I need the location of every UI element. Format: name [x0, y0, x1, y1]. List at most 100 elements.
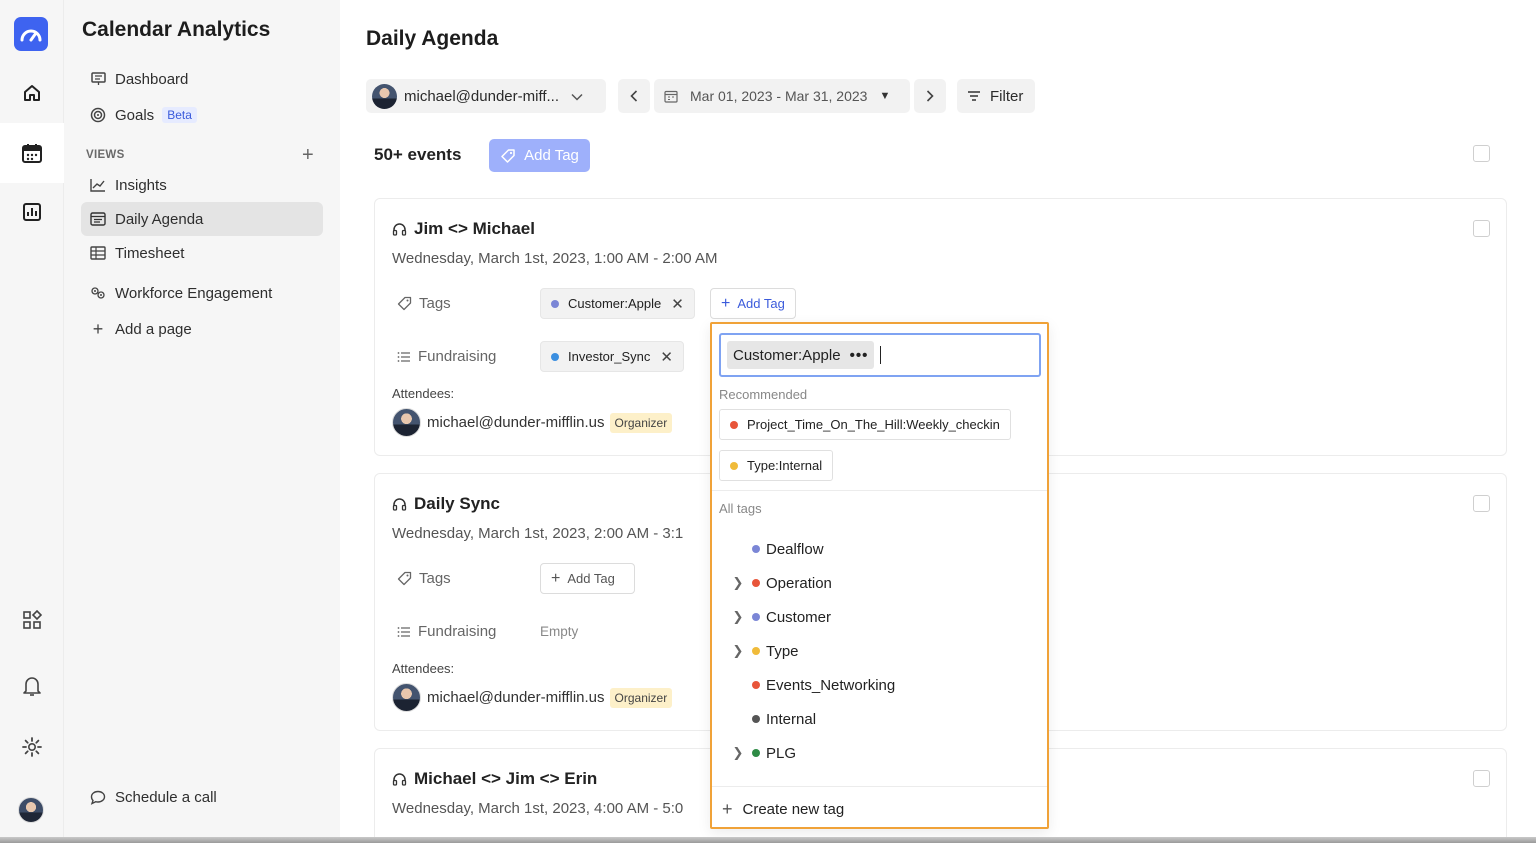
fundraising-chip-label: Investor_Sync — [568, 349, 651, 364]
remove-tag-icon[interactable]: ✕ — [671, 295, 684, 313]
event-title: Jim <> Michael — [392, 219, 535, 239]
tag-outline-icon — [397, 296, 412, 311]
add-tag-inline-button[interactable]: + Add Tag — [710, 288, 796, 319]
sidebar-item-label: Workforce Engagement — [115, 284, 273, 302]
organizer-badge: Organizer — [609, 687, 673, 708]
headset-icon — [392, 497, 407, 512]
filter-icon — [967, 91, 981, 101]
chat-bubble-icon — [90, 790, 106, 805]
icon-rail — [0, 0, 64, 843]
bell-icon — [23, 677, 41, 696]
tag-search-input[interactable]: Customer:Apple ••• — [719, 333, 1041, 377]
tags-property-label: Tags — [397, 570, 451, 587]
apps-nav[interactable] — [0, 590, 64, 650]
calendar-icon — [22, 144, 42, 163]
sidebar-item-dashboard[interactable]: Dashboard — [81, 62, 323, 96]
tag-chip-label: Customer:Apple — [568, 296, 662, 311]
fundraising-empty-value[interactable]: Empty — [540, 624, 578, 639]
tag-color-dot — [752, 579, 760, 587]
caret-down-icon: ▼ — [879, 90, 891, 102]
add-tag-button[interactable]: Add Tag — [489, 139, 590, 172]
divider — [712, 786, 1047, 787]
home-icon — [24, 85, 40, 101]
user-select[interactable]: michael@dunder-miff... — [366, 79, 606, 113]
previous-range-button[interactable] — [618, 79, 650, 113]
app-logo[interactable] — [14, 17, 48, 51]
tag-color-dot — [752, 647, 760, 655]
tag-option[interactable]: Events_Networking — [724, 668, 1034, 702]
next-range-button[interactable] — [914, 79, 946, 113]
tag-color-dot — [752, 681, 760, 689]
sidebar-item-insights[interactable]: Insights — [81, 168, 323, 202]
event-checkbox[interactable] — [1473, 495, 1490, 512]
settings-nav[interactable] — [0, 717, 64, 777]
fundraising-label: Fundraising — [418, 623, 497, 640]
sidebar-item-timesheet[interactable]: Timesheet — [81, 236, 323, 270]
tag-option-label: Operation — [766, 574, 832, 592]
recommended-tag[interactable]: Project_Time_On_The_Hill:Weekly_checkin — [719, 409, 1011, 440]
user-avatar[interactable] — [18, 797, 44, 823]
schedule-call-label: Schedule a call — [115, 789, 217, 806]
filter-button[interactable]: Filter — [957, 79, 1035, 113]
add-tag-inline-button[interactable]: + Add Tag — [540, 563, 635, 594]
events-count: 50+ events — [374, 145, 462, 164]
remove-tag-icon[interactable]: ✕ — [660, 348, 673, 366]
recommended-tag-label: Type:Internal — [747, 458, 823, 473]
fundraising-label: Fundraising — [418, 348, 497, 365]
chevron-right-icon[interactable]: ❯ — [724, 745, 752, 761]
tag-option[interactable]: ❯ Operation — [724, 566, 1034, 600]
create-new-tag-label: Create new tag — [742, 801, 845, 818]
fundraising-chip[interactable]: Investor_Sync ✕ — [540, 341, 684, 372]
attendee-avatar — [392, 683, 421, 712]
sidebar-item-daily-agenda[interactable]: Daily Agenda — [81, 202, 323, 236]
reports-nav[interactable] — [0, 182, 64, 242]
chevron-right-icon[interactable]: ❯ — [724, 575, 752, 591]
tag-option[interactable]: ❯ Customer — [724, 600, 1034, 634]
calendar-nav[interactable] — [0, 123, 64, 183]
notifications-nav[interactable] — [0, 656, 64, 716]
home-nav[interactable] — [0, 63, 64, 123]
tag-option-label: Customer — [766, 608, 832, 626]
sidebar-item-workforce-engagement[interactable]: Workforce Engagement — [81, 276, 323, 310]
tag-icon — [500, 148, 516, 164]
calendar-small-icon — [664, 90, 678, 103]
event-checkbox[interactable] — [1473, 220, 1490, 237]
target-icon — [90, 107, 106, 123]
add-tag-inline-label: Add Tag — [567, 571, 615, 586]
date-range-picker[interactable]: Mar 01, 2023 - Mar 31, 2023 ▼ — [654, 79, 910, 113]
add-view-button[interactable]: + — [302, 145, 314, 165]
attendee-email: michael@dunder-mifflin.us — [427, 414, 605, 431]
add-tag-inline-label: Add Tag — [737, 296, 785, 311]
tag-color-dot — [730, 420, 738, 429]
add-page-button[interactable]: + Add a page — [81, 312, 323, 346]
chevron-right-icon[interactable]: ❯ — [724, 609, 752, 625]
create-new-tag-button[interactable]: + Create new tag — [722, 799, 844, 820]
tag-color-dot — [752, 545, 760, 553]
sidebar: Calendar Analytics Dashboard Goals Beta … — [64, 0, 340, 843]
more-options-icon[interactable]: ••• — [850, 347, 869, 364]
event-checkbox[interactable] — [1473, 770, 1490, 787]
tag-color-dot — [752, 613, 760, 621]
chevron-right-icon[interactable]: ❯ — [724, 643, 752, 659]
attendee-email: michael@dunder-mifflin.us — [427, 689, 605, 706]
tag-option[interactable]: Dealflow — [724, 532, 1034, 566]
sidebar-item-goals[interactable]: Goals Beta — [81, 98, 323, 132]
window-bottom-edge — [0, 837, 1536, 843]
tag-option[interactable]: Internal — [724, 702, 1034, 736]
tag-option-label: Internal — [766, 710, 817, 728]
recommended-tag[interactable]: Type:Internal — [719, 450, 834, 481]
select-all-checkbox[interactable] — [1473, 145, 1490, 162]
sidebar-item-label: Daily Agenda — [115, 210, 204, 228]
schedule-call-button[interactable]: Schedule a call — [90, 789, 217, 806]
event-time: Wednesday, March 1st, 2023, 1:00 AM - 2:… — [392, 250, 718, 267]
text-cursor — [880, 346, 882, 364]
tag-option[interactable]: ❯ Type — [724, 634, 1034, 668]
headset-icon — [392, 222, 407, 237]
tag-chip[interactable]: Customer:Apple ✕ — [540, 288, 695, 319]
user-avatar — [372, 83, 397, 109]
selected-tag-pill[interactable]: Customer:Apple ••• — [727, 341, 875, 369]
attendee-avatar — [392, 408, 421, 437]
tag-option[interactable]: ❯ PLG — [724, 736, 1034, 770]
sidebar-item-label: Insights — [115, 176, 167, 194]
attendee-row: michael@dunder-mifflin.us Organizer — [392, 408, 673, 437]
